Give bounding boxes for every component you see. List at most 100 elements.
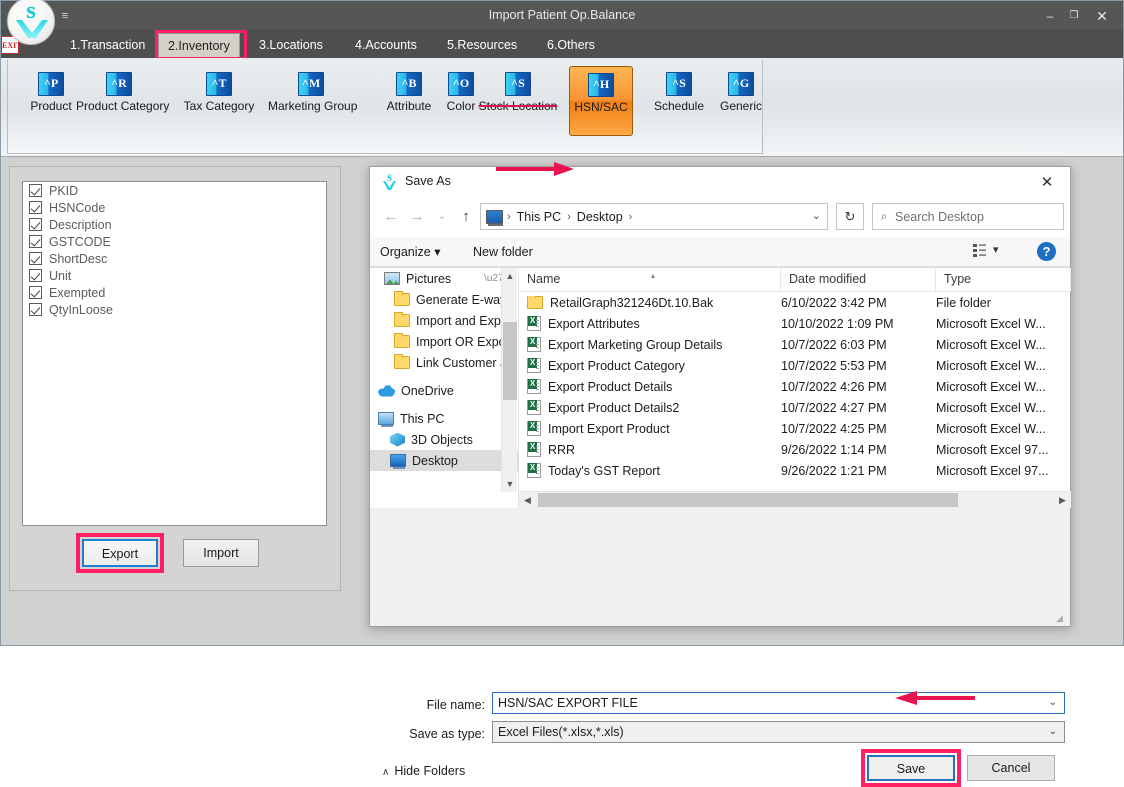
ribbon-item-tax-category[interactable]: ^T Tax Category xyxy=(176,66,262,140)
tree-item-3d-objects[interactable]: 3D Objects xyxy=(370,429,518,450)
file-date: 10/7/2022 4:27 PM xyxy=(781,400,887,415)
checkbox-exempted[interactable] xyxy=(29,286,42,299)
back-icon[interactable]: ← xyxy=(378,204,404,230)
file-list-horizontal-scrollbar[interactable]: ◀ ▶ xyxy=(519,491,1071,508)
organize-button[interactable]: Organize ▾ xyxy=(380,242,440,262)
checkbox-description[interactable] xyxy=(29,218,42,231)
scroll-down-icon[interactable]: ▼ xyxy=(502,476,518,492)
table-row[interactable]: RRR 9/26/2022 1:14 PM Microsoft Excel 97… xyxy=(519,439,1071,460)
breadcrumb-this-pc[interactable]: This PC xyxy=(515,210,563,224)
address-dropdown-chevron-icon[interactable]: ⌄ xyxy=(812,209,821,222)
file-list-column-header: Name Date modified Type xyxy=(519,265,1071,292)
checkbox-qtyinloose[interactable] xyxy=(29,303,42,316)
checkbox-unit[interactable] xyxy=(29,269,42,282)
file-name-chevron-down-icon[interactable]: ⌄ xyxy=(1049,693,1057,713)
checkbox-shortdesc[interactable] xyxy=(29,252,42,265)
save-type-chevron-down-icon[interactable]: ⌄ xyxy=(1049,722,1057,742)
list-item[interactable]: PKID xyxy=(23,182,326,199)
list-item[interactable]: HSNCode xyxy=(23,199,326,216)
view-mode-chevron-icon[interactable]: ▾ xyxy=(993,243,999,256)
table-row[interactable]: Export Product Details 10/7/2022 4:26 PM… xyxy=(519,376,1071,397)
list-item[interactable]: Unit xyxy=(23,267,326,284)
file-name: Export Attributes xyxy=(548,316,640,331)
resize-grip-icon[interactable]: ◢ xyxy=(1056,613,1066,623)
tree-item-this-pc[interactable]: This PC xyxy=(370,408,518,429)
tree-item-link-customer[interactable]: Link Customer a xyxy=(370,352,518,373)
list-item[interactable]: GSTCODE xyxy=(23,233,326,250)
tree-item-generate-eway[interactable]: Generate E-way xyxy=(370,289,518,310)
close-button[interactable]: ✕ xyxy=(1091,7,1113,25)
file-name-input[interactable]: HSN/SAC EXPORT FILE ⌄ xyxy=(492,692,1065,714)
list-item[interactable]: Exempted xyxy=(23,284,326,301)
ribbon-item-product-category[interactable]: ^R Product Category xyxy=(76,66,169,140)
ribbon-label: Generic xyxy=(719,99,763,113)
new-folder-button[interactable]: New folder xyxy=(473,242,533,262)
tree-item-import-and-export[interactable]: Import and Expo xyxy=(370,310,518,331)
view-mode-button[interactable]: ▾ xyxy=(970,241,1012,263)
column-header-name[interactable]: Name xyxy=(519,265,781,291)
scroll-right-icon[interactable]: ▶ xyxy=(1054,492,1071,508)
checkbox-pkid[interactable] xyxy=(29,184,42,197)
cancel-button[interactable]: Cancel xyxy=(967,755,1055,781)
ribbon-item-generic[interactable]: ^G Generic xyxy=(698,66,784,140)
table-row[interactable]: Today's GST Report 9/26/2022 1:21 PM Mic… xyxy=(519,460,1071,481)
checkbox-gstcode[interactable] xyxy=(29,235,42,248)
ribbon-item-marketing-group[interactable]: ^M Marketing Group xyxy=(268,66,357,140)
tab-others[interactable]: 6.Others xyxy=(538,33,604,57)
file-name: RetailGraph321246Dt.10.Bak xyxy=(550,295,714,310)
save-as-type-select[interactable]: Excel Files(*.xlsx,*.xls) ⌄ xyxy=(492,721,1065,743)
tree-item-desktop[interactable]: Desktop xyxy=(370,450,518,471)
field-checkbox-list[interactable]: PKID HSNCode Description GSTCODE ShortDe… xyxy=(22,181,327,526)
export-button[interactable]: Export xyxy=(82,539,158,567)
dialog-navigation-bar: ← → ⌄ ↑ › This PC › Desktop › ⌄ ↻ ⌕ Sear… xyxy=(370,198,1070,237)
forward-icon[interactable]: → xyxy=(404,204,430,230)
scroll-up-icon[interactable]: ▲ xyxy=(502,268,518,284)
table-row[interactable]: Import Export Product 10/7/2022 4:25 PM … xyxy=(519,418,1071,439)
table-row[interactable]: Export Attributes 10/10/2022 1:09 PM Mic… xyxy=(519,313,1071,334)
import-button[interactable]: Import xyxy=(183,539,259,567)
hide-folders-button[interactable]: ∧ Hide Folders xyxy=(382,764,465,778)
list-item[interactable]: QtyInLoose xyxy=(23,301,326,318)
tab-locations[interactable]: 3.Locations xyxy=(250,33,332,57)
table-row[interactable]: Export Product Category 10/7/2022 5:53 P… xyxy=(519,355,1071,376)
breadcrumb-desktop[interactable]: Desktop xyxy=(575,210,625,224)
table-row[interactable]: Export Product Details2 10/7/2022 4:27 P… xyxy=(519,397,1071,418)
save-button[interactable]: Save xyxy=(867,755,955,781)
tree-item-import-or-export[interactable]: Import OR Expor xyxy=(370,331,518,352)
tree-item-pictures[interactable]: Pictures \u2711 xyxy=(370,268,518,289)
up-one-level-icon[interactable]: ↑ xyxy=(453,204,479,230)
ribbon-item-hsn-sac[interactable]: ^H HSN/SAC xyxy=(569,66,633,136)
scrollbar-thumb[interactable] xyxy=(503,322,517,400)
checkbox-hsncode[interactable] xyxy=(29,201,42,214)
navigation-pane-scrollbar[interactable]: ▲ ▼ xyxy=(501,268,517,492)
file-name-cell: Export Product Details xyxy=(519,379,781,394)
search-box[interactable]: ⌕ Search Desktop xyxy=(872,203,1064,230)
tab-transaction[interactable]: 1.Transaction xyxy=(61,33,154,57)
column-header-date-modified[interactable]: Date modified xyxy=(781,268,936,291)
excel-icon xyxy=(527,463,541,478)
file-list-pane: Name Date modified Type RetailGraph32124… xyxy=(518,265,1071,508)
list-item[interactable]: Description xyxy=(23,216,326,233)
dialog-close-icon[interactable]: ✕ xyxy=(1030,171,1064,195)
tab-inventory[interactable]: 2.Inventory xyxy=(158,33,240,57)
minimize-button[interactable]: – xyxy=(1039,7,1061,25)
tab-accounts[interactable]: 4.Accounts xyxy=(346,33,426,57)
dialog-help-icon[interactable]: ? xyxy=(1037,242,1056,261)
column-header-type[interactable]: Type xyxy=(936,268,1071,291)
address-bar[interactable]: › This PC › Desktop › ⌄ xyxy=(480,203,828,230)
maximize-button[interactable]: ❐ xyxy=(1063,7,1085,25)
recent-locations-chevron-icon[interactable]: ⌄ xyxy=(429,204,455,230)
tree-item-onedrive[interactable]: OneDrive xyxy=(370,380,518,401)
tab-resources[interactable]: 5.Resources xyxy=(438,33,526,57)
scroll-left-icon[interactable]: ◀ xyxy=(519,492,536,508)
tree-label: This PC xyxy=(400,411,445,426)
ribbon-item-stock-location[interactable]: ^S Stock Location xyxy=(475,66,561,140)
refresh-icon[interactable]: ↻ xyxy=(836,203,864,230)
list-item[interactable]: ShortDesc xyxy=(23,250,326,267)
table-row[interactable]: Export Marketing Group Details 10/7/2022… xyxy=(519,334,1071,355)
search-input[interactable]: Search Desktop xyxy=(895,210,984,224)
save-as-type-label: Save as type: xyxy=(409,727,485,741)
scrollbar-thumb[interactable] xyxy=(538,493,958,507)
tree-label: Link Customer a xyxy=(416,355,508,370)
table-row[interactable]: RetailGraph321246Dt.10.Bak 6/10/2022 3:4… xyxy=(519,292,1071,313)
